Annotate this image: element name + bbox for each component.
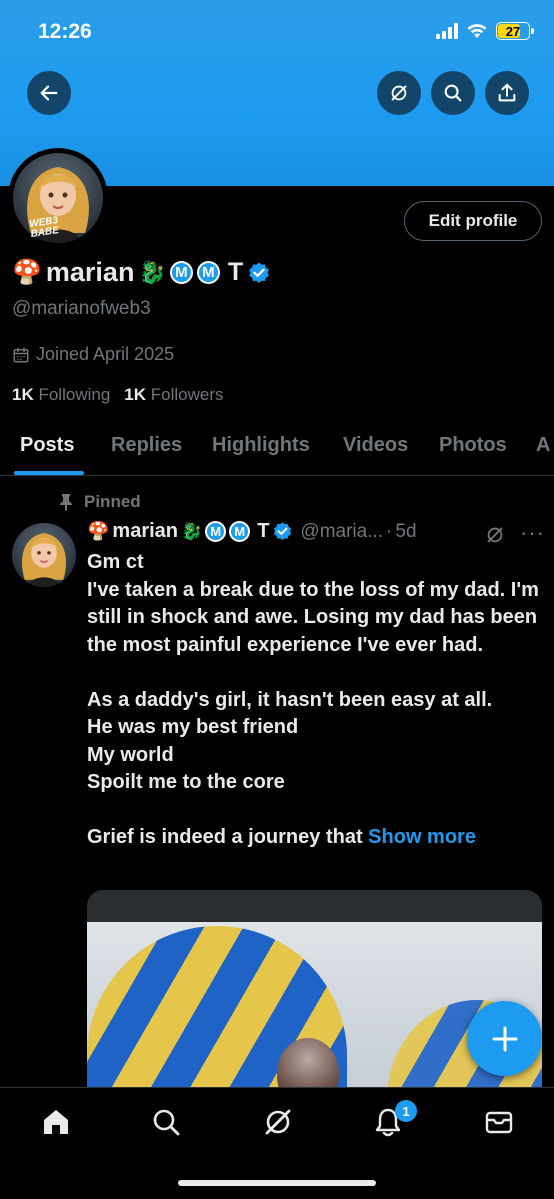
joined-label: Joined April 2025	[36, 344, 175, 364]
followers-label: Followers	[150, 385, 224, 404]
post-header: 🍄 marian 🐉 M M T @maria... · 5d	[87, 520, 417, 543]
pin-icon	[60, 494, 72, 511]
edit-profile-button[interactable]: Edit profile	[404, 201, 542, 241]
grok-icon[interactable]	[262, 1106, 294, 1138]
verified-badge-icon[interactable]	[247, 261, 271, 285]
follow-stats: 1K Following 1K Followers	[12, 385, 224, 405]
m-badge-icon: M	[229, 521, 251, 542]
back-button[interactable]	[27, 71, 71, 115]
tab-replies[interactable]: Replies	[111, 434, 182, 457]
following-label: Following	[38, 385, 111, 404]
grok-button[interactable]	[377, 71, 421, 115]
arrow-left-icon	[40, 85, 58, 101]
separator-dot: ·	[386, 520, 393, 542]
grok-icon[interactable]	[484, 524, 506, 546]
pinned-label: Pinned	[58, 492, 141, 512]
m-badge-icon: M	[169, 261, 193, 284]
grok-icon	[391, 85, 407, 101]
dragon-emoji: 🐉	[181, 521, 203, 541]
dragon-emoji: 🐉	[138, 259, 166, 285]
tab-posts[interactable]: Posts	[20, 434, 74, 457]
m-badge-icon: M	[205, 521, 227, 542]
show-more-link[interactable]: Show more	[368, 826, 476, 848]
plus-icon	[492, 1026, 517, 1051]
following-link[interactable]: 1K Following	[12, 385, 110, 405]
profile-name-row: 🍄 marian 🐉 M M T	[12, 257, 271, 288]
cellular-signal-icon	[436, 23, 458, 39]
followers-link[interactable]: 1K Followers	[124, 385, 223, 405]
tab-highlights[interactable]: Highlights	[212, 434, 310, 457]
post-text[interactable]: Gm ct I've taken a break due to the loss…	[87, 549, 547, 852]
m-badge-icon: M	[196, 261, 220, 284]
post-timestamp: 5d	[395, 520, 417, 542]
following-count: 1K	[12, 385, 34, 404]
mail-icon[interactable]	[483, 1106, 515, 1138]
avatar-shirt-text: WEB3 BABE	[28, 215, 60, 240]
wifi-icon	[467, 24, 487, 38]
mushroom-emoji: 🍄	[87, 521, 110, 541]
share-button[interactable]	[485, 71, 529, 115]
search-icon	[444, 84, 462, 102]
status-time: 12:26	[38, 20, 92, 43]
followers-count: 1K	[124, 385, 147, 404]
search-icon[interactable]	[150, 1106, 182, 1138]
joined-date: Joined April 2025	[12, 344, 174, 365]
name-suffix: T	[227, 258, 244, 286]
post-author-handle: @maria...	[300, 520, 384, 542]
display-name: marian	[45, 257, 135, 287]
compose-button[interactable]	[467, 1001, 542, 1076]
verified-badge-icon	[274, 522, 292, 541]
post-name-suffix: T	[257, 520, 270, 542]
post-author-name[interactable]: marian	[112, 520, 178, 543]
tab-videos[interactable]: Videos	[343, 434, 408, 457]
battery-level: 27	[505, 23, 521, 39]
mushroom-emoji: 🍄	[12, 259, 42, 286]
tab-articles[interactable]: A	[536, 434, 550, 457]
status-indicators: 27	[436, 22, 534, 40]
profile-handle: @marianofweb3	[12, 298, 151, 319]
notifications-badge: 1	[395, 1100, 417, 1122]
search-button[interactable]	[431, 71, 475, 115]
post-more-button[interactable]: ···	[520, 520, 545, 546]
share-icon	[498, 83, 516, 102]
post-avatar[interactable]	[12, 523, 76, 587]
tab-photos[interactable]: Photos	[439, 434, 507, 457]
post-body-text: Gm ct I've taken a break due to the loss…	[87, 551, 539, 848]
battery-icon: 27	[496, 22, 534, 40]
active-tab-indicator	[14, 471, 84, 475]
home-indicator	[178, 1180, 376, 1186]
calendar-icon	[13, 347, 29, 362]
home-icon[interactable]	[40, 1106, 72, 1138]
profile-tabs: Posts Replies Highlights Videos Photos A	[0, 420, 554, 476]
pinned-text: Pinned	[84, 492, 141, 511]
